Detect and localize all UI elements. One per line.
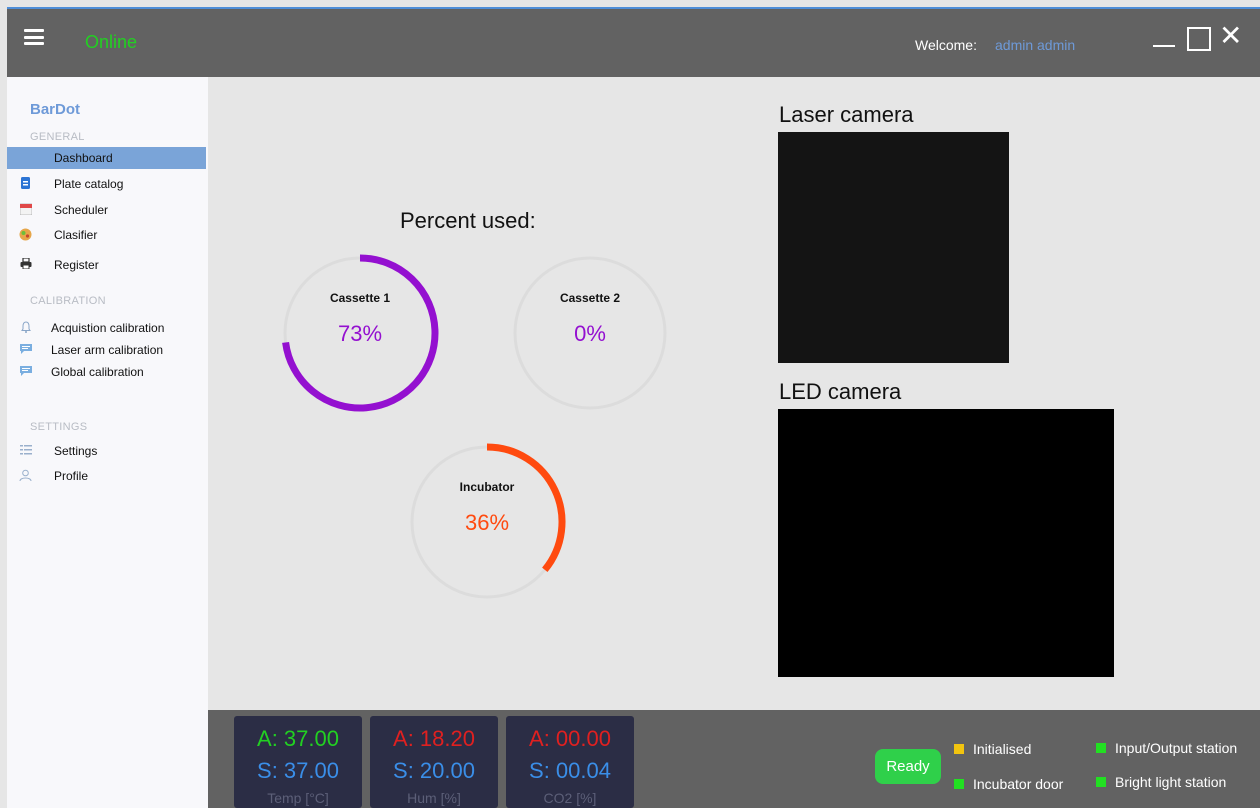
section-settings: SETTINGS [30, 421, 88, 433]
profile-icon [19, 469, 32, 482]
printer-icon [19, 257, 32, 271]
sensor-humidity: A: 18.20 S: 20.00 Hum [%] [370, 716, 498, 808]
sidebar-item-label: Settings [54, 444, 98, 458]
gauge-value: 73% [337, 321, 383, 346]
sensor-actual: A: 18.20 [393, 726, 475, 751]
status-dot [1096, 743, 1106, 753]
gauge-value: 36% [464, 510, 510, 535]
gauge-value: 0% [574, 321, 606, 346]
sensor-unit: CO2 [%] [543, 790, 597, 806]
sidebar-item-label: Profile [54, 469, 89, 483]
sidebar-item-profile[interactable]: Profile [7, 465, 206, 487]
sidebar-item-register[interactable]: Register [7, 254, 206, 276]
sidebar-item-label: Laser arm calibration [51, 343, 164, 357]
welcome-label: Welcome: [915, 37, 977, 53]
status-label: Input/Output station [1115, 740, 1238, 756]
title-bar: Online Welcome: admin admin ✕ [7, 7, 1260, 77]
laser-camera-view [778, 132, 1009, 363]
sidebar-item-global-calibration[interactable]: Global calibration [7, 361, 206, 383]
sidebar-item-label: Scheduler [54, 203, 109, 217]
status-dot [954, 779, 964, 789]
sidebar-item-label: Acquistion calibration [51, 321, 165, 335]
catalog-icon [19, 177, 32, 190]
sidebar-item-plate-catalog[interactable]: Plate catalog [7, 173, 206, 195]
settings-icon [19, 444, 32, 457]
sensor-temperature: A: 37.00 S: 37.00 Temp [°C] [234, 716, 362, 808]
sidebar-item-dashboard[interactable]: Dashboard [7, 147, 206, 169]
sensor-actual: A: 00.00 [529, 726, 611, 751]
sidebar-item-acquisition-calibration[interactable]: Acquistion calibration [7, 317, 206, 339]
status-label: Incubator door [973, 776, 1064, 792]
calendar-icon [19, 203, 32, 216]
status-dot [1096, 777, 1106, 787]
sensor-co2: A: 00.00 S: 00.04 CO2 [%] [506, 716, 634, 808]
maximize-icon[interactable] [1187, 27, 1211, 51]
sidebar-item-label: Dashboard [54, 151, 113, 165]
sidebar-item-label: Global calibration [51, 365, 144, 379]
classifier-icon [19, 228, 32, 241]
sensor-set: S: 20.00 [393, 758, 475, 783]
sidebar-item-laser-arm-calibration[interactable]: Laser arm calibration [7, 339, 206, 361]
ready-button[interactable]: Ready [875, 749, 941, 784]
connection-status: Online [85, 32, 138, 52]
hamburger-icon[interactable] [24, 29, 44, 45]
laser-camera-title: Laser camera [779, 102, 914, 127]
brand-title: BarDot [30, 101, 81, 118]
section-calibration: CALIBRATION [30, 295, 106, 307]
gauge-fill-arc [486, 443, 566, 573]
section-general: GENERAL [30, 131, 85, 143]
sidebar: BarDot GENERAL Dashboard Plate catalog S… [7, 77, 208, 808]
bell-icon [19, 321, 32, 334]
gauge-label: Incubator [459, 480, 515, 494]
sidebar-item-settings[interactable]: Settings [7, 440, 206, 462]
sidebar-item-scheduler[interactable]: Scheduler [7, 199, 206, 221]
status-bar: A: 37.00 S: 37.00 Temp [°C] A: 18.20 S: … [208, 710, 1260, 808]
message-icon [19, 343, 32, 356]
gauge-label: Cassette 1 [329, 291, 391, 305]
status-dot [954, 744, 964, 754]
close-icon[interactable]: ✕ [1219, 22, 1242, 50]
username-label[interactable]: admin admin [995, 37, 1075, 53]
led-camera-title: LED camera [779, 379, 902, 404]
sensor-unit: Hum [%] [407, 790, 461, 806]
gauge-label: Cassette 2 [559, 291, 621, 305]
sidebar-item-label: Register [54, 258, 99, 272]
sidebar-item-clasifier[interactable]: Clasifier [7, 224, 206, 246]
sensor-unit: Temp [°C] [267, 790, 329, 806]
led-camera-view [778, 409, 1114, 677]
sensor-actual: A: 37.00 [257, 726, 339, 751]
sensor-set: S: 37.00 [257, 758, 339, 783]
minimize-icon[interactable] [1153, 23, 1175, 47]
sidebar-item-label: Clasifier [54, 228, 98, 242]
gauge-incubator: Incubator 36% [407, 442, 567, 602]
gauge-cassette-2: Cassette 2 0% [510, 253, 670, 413]
status-label: Bright light station [1115, 774, 1227, 790]
message-icon [19, 365, 32, 378]
status-label: Initialised [973, 741, 1032, 757]
sensor-set: S: 00.04 [529, 758, 611, 783]
sidebar-item-label: Plate catalog [54, 177, 124, 191]
percent-used-title: Percent used: [400, 208, 536, 233]
gauge-cassette-1: Cassette 1 73% [280, 253, 440, 413]
